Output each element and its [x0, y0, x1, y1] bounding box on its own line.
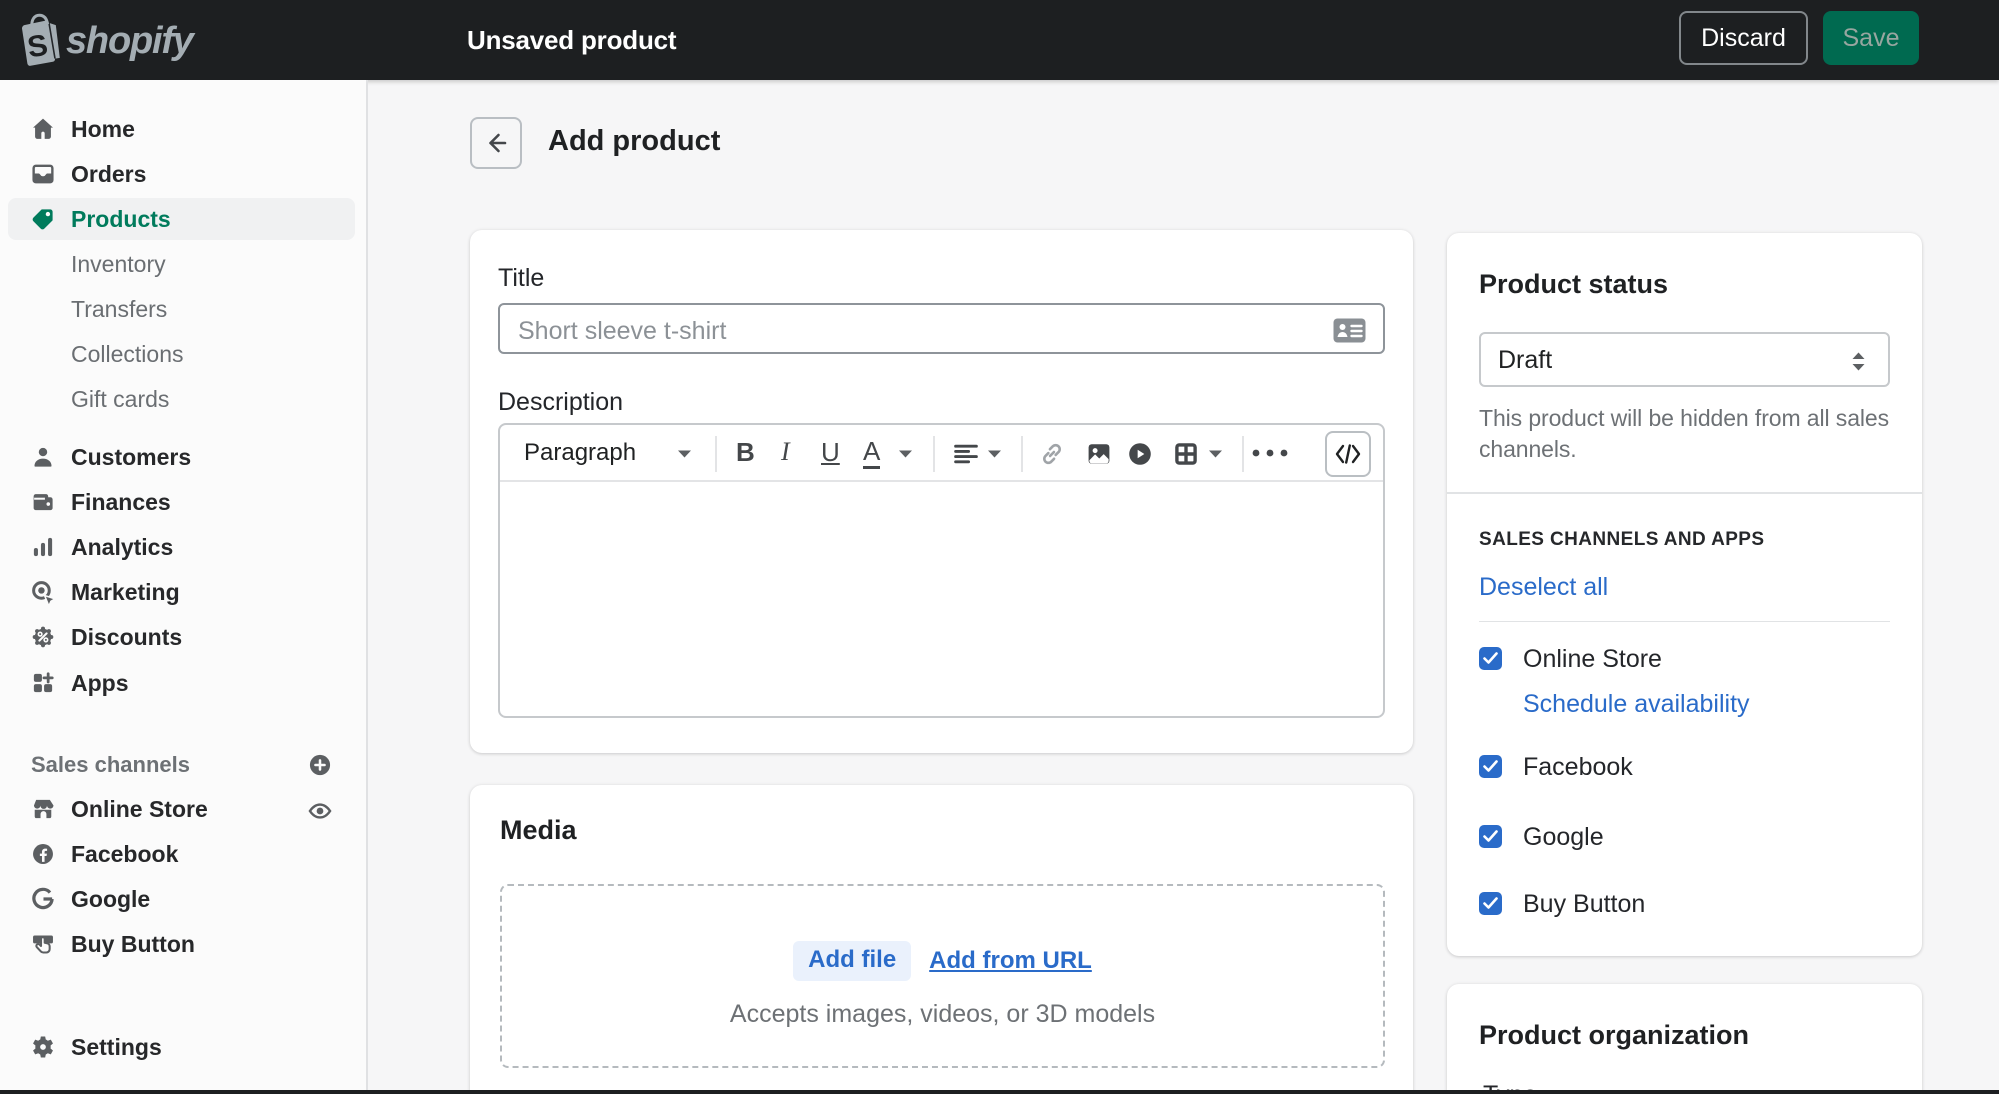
- svg-text:shopify: shopify: [66, 20, 196, 62]
